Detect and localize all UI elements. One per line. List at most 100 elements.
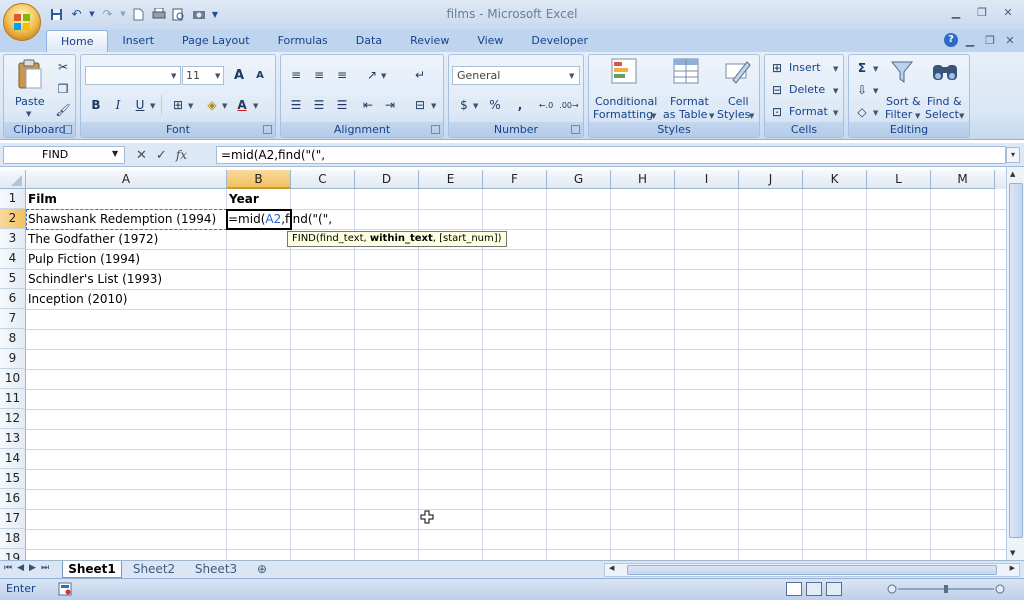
next-sheet-icon[interactable]: ▶ [29,563,36,573]
minimize-icon[interactable]: ▁ [944,4,968,20]
row-header[interactable]: 13 [0,429,26,449]
row-header[interactable]: 16 [0,489,26,509]
sort-filter-label-2[interactable]: Filter [885,108,912,121]
clear-dropdown-icon[interactable]: ▼ [873,109,878,117]
wrap-text-icon[interactable]: ↵ [409,65,431,85]
autosum-icon[interactable]: Σ [851,58,873,78]
cancel-icon[interactable]: ✕ [136,148,147,163]
tab-page-layout[interactable]: Page Layout [168,30,264,52]
orientation-dropdown-icon[interactable]: ▼ [381,72,386,80]
column-header-c[interactable]: C [291,170,355,189]
delete-cells-label[interactable]: Delete [789,83,825,96]
merge-dropdown-icon[interactable]: ▼ [431,102,436,110]
format-as-table-dropdown-icon[interactable]: ▼ [709,112,714,120]
align-bottom-icon[interactable]: ≡ [331,65,353,85]
find-select-icon[interactable] [931,59,959,85]
row-header[interactable]: 19 [0,549,26,560]
enter-icon[interactable]: ✓ [156,148,167,163]
row-header[interactable]: 15 [0,469,26,489]
column-header-g[interactable]: G [547,170,611,189]
insert-cells-label[interactable]: Insert [789,61,821,74]
grow-font-button[interactable]: A [228,65,250,85]
restore-icon[interactable]: ❐ [970,4,994,20]
align-middle-icon[interactable]: ≡ [308,65,330,85]
increase-indent-icon[interactable]: ⇥ [379,95,401,115]
cell-styles-dropdown-icon[interactable]: ▼ [749,112,754,120]
column-header-k[interactable]: K [803,170,867,189]
page-layout-view-icon[interactable] [806,582,822,596]
formula-input[interactable]: =mid(A2,find("(", [216,146,1006,164]
cell-a4[interactable]: Pulp Fiction (1994) [26,249,140,269]
row-header[interactable]: 9 [0,349,26,369]
scroll-down-icon[interactable]: ▼ [1010,549,1015,557]
office-button[interactable] [3,3,41,41]
zoom-slider[interactable] [880,584,1012,594]
macro-record-icon[interactable] [58,582,72,596]
sheet-tab-sheet3[interactable]: Sheet3 [186,561,246,578]
select-all-corner[interactable] [0,170,26,189]
format-cells-label[interactable]: Format [789,105,828,118]
clipboard-dialog-launcher-icon[interactable] [63,125,72,134]
sort-filter-dropdown-icon[interactable]: ▼ [915,112,920,120]
row-header[interactable]: 5 [0,269,26,289]
row-header[interactable]: 18 [0,529,26,549]
sheet-tab-sheet1[interactable]: Sheet1 [62,561,122,578]
alignment-dialog-launcher-icon[interactable] [431,125,440,134]
borders-dropdown-icon[interactable]: ▼ [188,102,193,110]
autosum-dropdown-icon[interactable]: ▼ [873,65,878,73]
align-right-icon[interactable]: ☰ [331,95,353,115]
currency-button[interactable]: $ [453,95,475,115]
tab-formulas[interactable]: Formulas [264,30,342,52]
column-header-h[interactable]: H [611,170,675,189]
column-header-e[interactable]: E [419,170,483,189]
cell-a1[interactable]: Film [26,189,57,209]
row-header[interactable]: 4 [0,249,26,269]
column-header-d[interactable]: D [355,170,419,189]
column-header-j[interactable]: J [739,170,803,189]
vertical-scroll-thumb[interactable] [1009,183,1023,538]
column-header-i[interactable]: I [675,170,739,189]
page-break-view-icon[interactable] [826,582,842,596]
font-dialog-launcher-icon[interactable] [263,125,272,134]
column-header-a[interactable]: A [26,170,227,189]
sort-filter-label-1[interactable]: Sort & [886,95,921,108]
workbook-close-icon[interactable]: ✕ [1002,32,1018,48]
font-name-dropdown-icon[interactable]: ▼ [171,72,176,80]
paste-label[interactable]: Paste [15,95,45,108]
column-header-f[interactable]: F [483,170,547,189]
row-header[interactable]: 11 [0,389,26,409]
close-icon[interactable]: ✕ [996,4,1020,20]
format-cells-icon[interactable]: ⊡ [769,102,785,122]
name-box-dropdown-icon[interactable]: ▼ [112,149,118,158]
font-size-dropdown-icon[interactable]: ▼ [215,72,220,80]
fill-color-icon[interactable]: ◈ [201,95,223,115]
format-painter-icon[interactable]: 🖌 [52,100,74,120]
column-header-l[interactable]: L [867,170,931,189]
format-as-table-label-1[interactable]: Format [670,95,709,108]
number-format-select[interactable]: General [452,66,580,85]
paste-icon[interactable] [16,59,44,91]
decrease-indent-icon[interactable]: ⇤ [357,95,379,115]
name-box[interactable]: FIND [3,146,125,164]
align-center-icon[interactable]: ☰ [308,95,330,115]
increase-decimal-icon[interactable]: ←.0 [535,95,557,115]
row-header[interactable]: 3 [0,229,26,249]
conditional-formatting-icon[interactable] [611,58,637,84]
last-sheet-icon[interactable]: ⏭ [41,563,49,573]
number-dialog-launcher-icon[interactable] [571,125,580,134]
number-format-dropdown-icon[interactable]: ▼ [569,72,574,80]
decrease-decimal-icon[interactable]: .00→ [558,95,580,115]
column-header-b[interactable]: B [227,170,291,189]
tab-developer[interactable]: Developer [517,30,602,52]
tab-data[interactable]: Data [342,30,396,52]
cell-styles-label-1[interactable]: Cell [728,95,749,108]
function-tooltip[interactable]: FIND(find_text, within_text, [start_num]… [287,231,507,247]
workbook-restore-icon[interactable]: ❐ [982,32,998,48]
cell-styles-label-2[interactable]: Styles [717,108,750,121]
row-header[interactable]: 10 [0,369,26,389]
conditional-formatting-label-1[interactable]: Conditional [595,95,657,108]
tab-review[interactable]: Review [396,30,463,52]
underline-dropdown-icon[interactable]: ▼ [150,102,155,110]
row-header[interactable]: 1 [0,189,26,209]
find-select-label-1[interactable]: Find & [927,95,962,108]
